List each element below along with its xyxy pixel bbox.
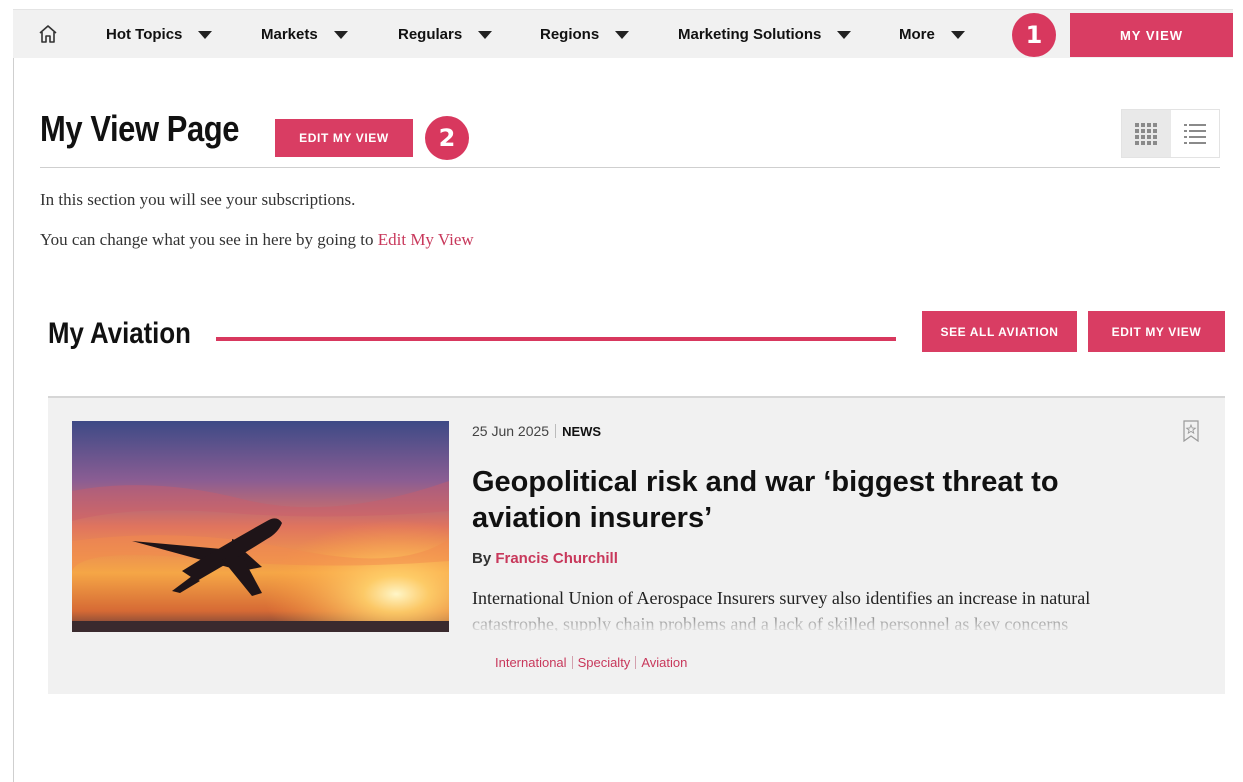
- nav-item-label: Hot Topics: [106, 26, 183, 43]
- airplane-sunset-image: [72, 421, 449, 632]
- view-toggle: [1121, 109, 1220, 158]
- tag-link-international[interactable]: International: [495, 655, 567, 670]
- annotation-badge-1: 1: [1012, 13, 1056, 57]
- top-navigation: Hot Topics Markets Regulars Regions Mark…: [13, 9, 1233, 58]
- nav-item-label: More: [899, 26, 935, 43]
- list-view-button[interactable]: [1171, 110, 1220, 157]
- tag-link-specialty[interactable]: Specialty: [578, 655, 631, 670]
- nav-item-label: Regions: [540, 26, 600, 43]
- intro-text: In this section you will see your subscr…: [40, 190, 356, 209]
- meta-separator: [555, 424, 557, 438]
- caret-down-icon: [615, 30, 630, 39]
- article-tags: International Specialty Aviation: [495, 655, 687, 670]
- nav-item-label: Marketing Solutions: [678, 26, 822, 43]
- article-thumbnail[interactable]: [72, 421, 449, 632]
- caret-down-icon: [478, 30, 493, 39]
- nav-item-label: Markets: [261, 26, 318, 43]
- author-link[interactable]: Francis Churchill: [495, 550, 618, 567]
- nav-item-markets[interactable]: Markets: [261, 10, 348, 59]
- caret-down-icon: [333, 30, 348, 39]
- article-date: 25 Jun 2025: [472, 423, 550, 439]
- see-all-aviation-button[interactable]: SEE ALL AVIATION: [922, 311, 1077, 352]
- article-type: NEWS: [562, 423, 602, 439]
- annotation-badge-2: 2: [425, 116, 469, 160]
- home-icon[interactable]: [37, 23, 59, 45]
- nav-item-hot-topics[interactable]: Hot Topics: [106, 10, 213, 59]
- tag-separator: [635, 656, 637, 669]
- nav-item-label: Regulars: [398, 26, 463, 43]
- page-title: My View Page: [40, 108, 240, 149]
- article-byline: By Francis Churchill: [472, 550, 618, 567]
- nav-item-regulars[interactable]: Regulars: [398, 10, 493, 59]
- my-view-button[interactable]: MY VIEW: [1070, 13, 1233, 57]
- tag-separator: [571, 656, 573, 669]
- intro-prefix: You can change what you see in here by g…: [40, 230, 378, 249]
- caret-down-icon: [837, 30, 852, 39]
- edit-my-view-link[interactable]: Edit My View: [378, 230, 474, 249]
- nav-item-regions[interactable]: Regions: [540, 10, 630, 59]
- article-headline[interactable]: Geopolitical risk and war ‘biggest threa…: [472, 464, 1172, 536]
- section-title-underline: [216, 337, 896, 341]
- article-meta: 25 Jun 2025 NEWS: [472, 423, 601, 439]
- list-view-icon: [1183, 123, 1206, 144]
- intro-text-change: You can change what you see in here by g…: [40, 230, 474, 250]
- byline-prefix: By: [472, 550, 496, 567]
- caret-down-icon: [950, 30, 965, 39]
- section-title: My Aviation: [48, 317, 191, 350]
- caret-down-icon: [198, 30, 213, 39]
- edit-my-view-button[interactable]: EDIT MY VIEW: [275, 119, 413, 157]
- summary-fade-overlay: [472, 610, 1172, 634]
- section-edit-my-view-button[interactable]: EDIT MY VIEW: [1088, 311, 1225, 352]
- page-frame-border: [13, 58, 14, 782]
- grid-view-button[interactable]: [1122, 110, 1171, 157]
- bookmark-star-icon[interactable]: [1183, 420, 1199, 442]
- tag-link-aviation[interactable]: Aviation: [641, 655, 687, 670]
- article-card: 25 Jun 2025 NEWS Geopolitical risk and w…: [48, 396, 1225, 694]
- grid-view-icon: [1135, 122, 1158, 145]
- nav-item-more[interactable]: More: [899, 10, 965, 59]
- nav-item-marketing-solutions[interactable]: Marketing Solutions: [678, 10, 852, 59]
- header-divider: [40, 167, 1220, 168]
